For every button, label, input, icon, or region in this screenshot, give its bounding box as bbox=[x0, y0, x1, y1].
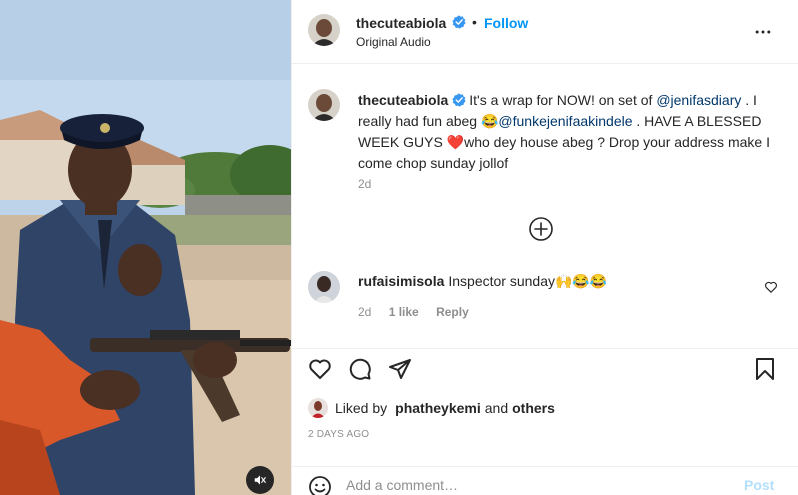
action-bar bbox=[292, 348, 798, 388]
likes-connector: and bbox=[484, 400, 509, 416]
comment-input[interactable] bbox=[346, 474, 726, 495]
heart-outline-icon[interactable] bbox=[764, 280, 778, 294]
reply-button[interactable]: Reply bbox=[436, 305, 469, 319]
follow-button[interactable]: Follow bbox=[484, 15, 528, 31]
commenter-avatar[interactable] bbox=[308, 271, 340, 303]
caption-timestamp[interactable]: 2d bbox=[358, 177, 371, 191]
avatar-image bbox=[308, 271, 340, 303]
author-avatar[interactable] bbox=[308, 14, 340, 46]
avatar-image bbox=[308, 14, 340, 46]
comment-meta: 2d 1 like Reply bbox=[358, 305, 483, 319]
commenter-username[interactable]: rufaisimisola bbox=[358, 273, 444, 289]
plus-circle-icon[interactable] bbox=[528, 216, 554, 242]
comments-list[interactable]: thecuteabiola It's a wrap for NOW! on set… bbox=[292, 65, 798, 348]
add-comment-bar: Post bbox=[292, 466, 798, 495]
mute-button[interactable] bbox=[246, 466, 274, 494]
header-separator: • bbox=[472, 14, 477, 30]
speaker-muted-icon bbox=[254, 475, 266, 485]
comment-text: rufaisimisola Inspector sunday🙌😂😂 bbox=[358, 273, 607, 290]
comment-timestamp[interactable]: 2d bbox=[358, 305, 371, 319]
audio-label[interactable]: Original Audio bbox=[356, 35, 431, 49]
post-age[interactable]: 2 DAYS AGO bbox=[308, 429, 369, 440]
heart-icon[interactable] bbox=[308, 357, 332, 381]
likes-summary: Liked by phatheykemi and others bbox=[308, 398, 555, 418]
liked-by-prefix: Liked by bbox=[335, 400, 388, 416]
verified-badge-icon bbox=[452, 15, 466, 29]
mention-link[interactable]: @funkejenifaakindele bbox=[498, 113, 632, 129]
post-comment-button[interactable]: Post bbox=[744, 477, 774, 493]
avatar-image bbox=[308, 89, 340, 121]
post-details-panel: thecuteabiola • Follow Original Audio th… bbox=[291, 0, 798, 495]
liker-avatar[interactable] bbox=[308, 398, 328, 418]
caption-author-avatar[interactable] bbox=[308, 89, 340, 121]
caption-text: thecuteabiola It's a wrap for NOW! on set… bbox=[358, 90, 783, 174]
caption-username[interactable]: thecuteabiola bbox=[358, 92, 448, 108]
mention-link[interactable]: @jenifasdiary bbox=[656, 92, 741, 108]
bookmark-icon[interactable] bbox=[753, 357, 777, 381]
author-username[interactable]: thecuteabiola bbox=[356, 15, 446, 31]
more-horizontal-icon[interactable] bbox=[753, 22, 773, 42]
post-header: thecuteabiola • Follow Original Audio bbox=[292, 0, 798, 64]
comment-icon[interactable] bbox=[348, 357, 372, 381]
paper-plane-icon[interactable] bbox=[388, 357, 412, 381]
verified-badge-icon bbox=[452, 93, 466, 107]
liker-username[interactable]: phatheykemi bbox=[395, 400, 481, 416]
post-video[interactable] bbox=[0, 0, 291, 495]
emoji-smile-icon[interactable] bbox=[308, 475, 332, 495]
likes-others-link[interactable]: others bbox=[512, 400, 555, 416]
avatar-image bbox=[308, 398, 328, 418]
comment-likes-count[interactable]: 1 like bbox=[389, 305, 419, 319]
caption-text-part: It's a wrap for NOW! on set of bbox=[469, 92, 657, 108]
comment-body: Inspector sunday🙌😂😂 bbox=[448, 273, 608, 289]
video-frame-illustration bbox=[0, 0, 291, 495]
